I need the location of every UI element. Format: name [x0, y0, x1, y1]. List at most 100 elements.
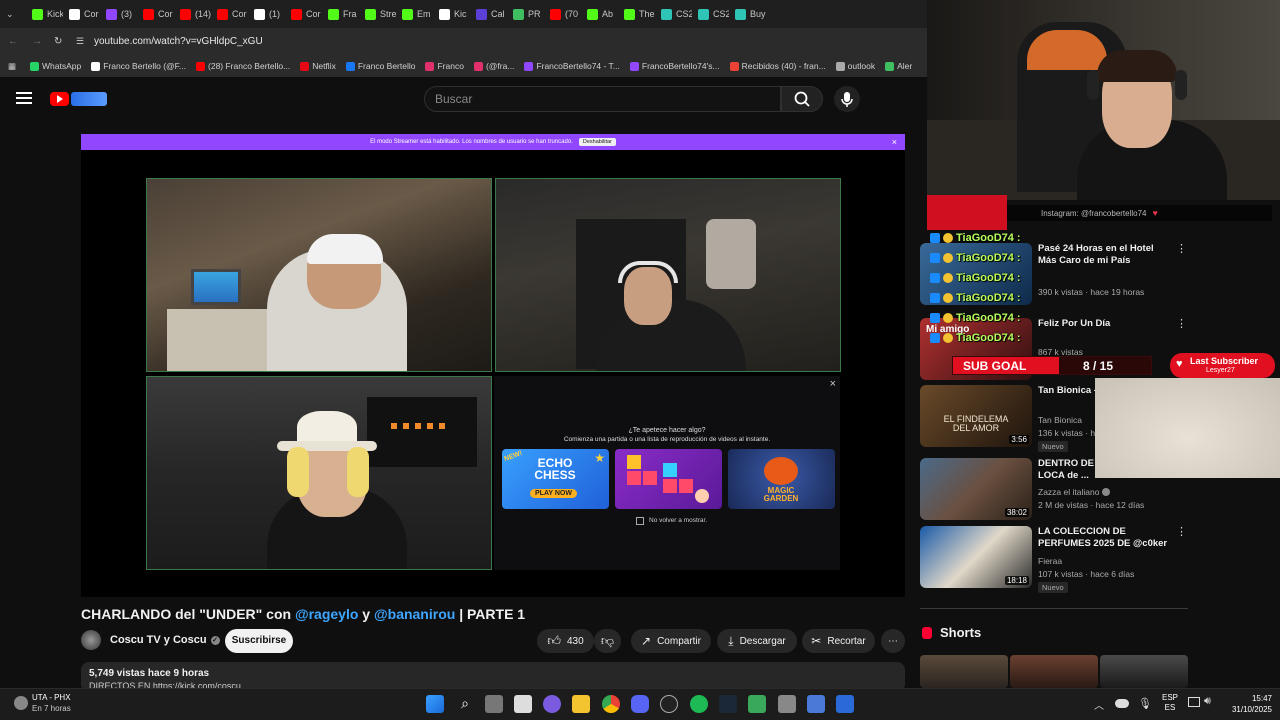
more-vertical-icon[interactable]: ⋮	[1176, 244, 1187, 255]
video-cam-tile-1	[146, 178, 492, 372]
clip-button[interactable]: ✂ Recortar	[802, 629, 875, 653]
discord-icon[interactable]	[631, 695, 649, 713]
search-button[interactable]	[781, 86, 823, 112]
bookmark-item[interactable]: FrancoBertello74's...	[629, 61, 720, 71]
volume-icon[interactable]: 🔊︎	[1204, 695, 1211, 708]
weather-widget[interactable]: UTA - PHX En 7 horas	[14, 692, 84, 716]
bookmark-item[interactable]: Franco	[425, 61, 464, 71]
menu-icon[interactable]	[16, 92, 32, 106]
download-button[interactable]: ⤓ Descargar	[717, 629, 797, 653]
chat-badge-icon	[943, 273, 953, 283]
tray-chevron-up-icon[interactable]: ︿	[1094, 697, 1104, 712]
title-mention-link[interactable]: @rageylo	[295, 606, 358, 622]
url-field[interactable]: youtube.com/watch?v=vGHldpC_xGU	[94, 36, 263, 47]
game-block-puzzle[interactable]	[615, 449, 722, 509]
voice-search-button[interactable]	[834, 86, 860, 112]
subscribe-button[interactable]: Suscribirse	[225, 629, 293, 653]
recommended-video[interactable]: 18:18 LA COLECCION DE PERFUMES 2025 DE @…	[920, 526, 1187, 593]
youtube-logo[interactable]	[50, 91, 108, 106]
task-view-icon[interactable]	[485, 695, 503, 713]
bookmark-item[interactable]: WhatsApp	[30, 61, 81, 71]
forward-icon[interactable]: →	[32, 36, 48, 47]
file-explorer-icon[interactable]	[572, 695, 590, 713]
steam-icon[interactable]	[719, 695, 737, 713]
browser-tab[interactable]: Cal	[470, 0, 507, 28]
game-magic-garden[interactable]: MAGIC GARDEN	[728, 449, 835, 509]
more-vertical-icon[interactable]: ⋮	[1176, 527, 1187, 538]
game-echo-chess[interactable]: NEW! ECHO CHESS PLAY NOW ★	[502, 449, 609, 509]
like-button[interactable]: 👍︎ 430	[537, 629, 594, 653]
chat-message: TiaGooD74 :	[930, 290, 1021, 306]
github-icon[interactable]	[660, 695, 678, 713]
bookmark-item[interactable]: (@fra...	[473, 61, 514, 71]
browser-tab[interactable]: Ab	[581, 0, 618, 28]
tab-search-menu[interactable]: ⌄	[0, 0, 26, 28]
browser-tab[interactable]: Kick	[26, 0, 63, 28]
browser-tab[interactable]: Buy	[729, 0, 766, 28]
bookmark-item[interactable]: Aler	[885, 61, 912, 71]
play-now-button[interactable]: PLAY NOW	[530, 489, 577, 498]
disable-streamer-button[interactable]: Deshabilitar	[578, 138, 616, 146]
app-icon[interactable]	[543, 695, 561, 713]
browser-tab[interactable]: (70	[544, 0, 581, 28]
browser-tab[interactable]: Kic	[433, 0, 470, 28]
bookmark-item[interactable]: Franco Bertello (@F...	[91, 61, 186, 71]
store-icon[interactable]	[514, 695, 532, 713]
browser-tab[interactable]: Fra	[322, 0, 359, 28]
browser-tab[interactable]: Cor	[211, 0, 248, 28]
browser-tab[interactable]: (3)	[100, 0, 137, 28]
chrome-icon[interactable]	[602, 695, 620, 713]
last-sub-name: Lesyer27	[1206, 367, 1235, 374]
bookmark-item[interactable]: Recibidos (40) - fran...	[729, 61, 826, 71]
title-mention-link[interactable]: @bananirou	[374, 606, 455, 622]
close-icon[interactable]: ×	[830, 378, 836, 390]
browser-tab[interactable]: Cor	[285, 0, 322, 28]
onedrive-icon[interactable]	[1115, 699, 1129, 708]
spotify-icon[interactable]	[690, 695, 708, 713]
browser-tab[interactable]: (1)	[248, 0, 285, 28]
bookmark-item[interactable]: Netflix	[300, 61, 336, 71]
mic-icon[interactable]: 🎙︎	[1138, 697, 1152, 710]
browser-tab[interactable]: PR	[507, 0, 544, 28]
back-icon[interactable]: ←	[8, 36, 24, 47]
short-thumbnail[interactable]	[1010, 655, 1098, 688]
language-indicator[interactable]: ESP ES	[1160, 693, 1180, 713]
browser-tab[interactable]: Em	[396, 0, 433, 28]
browser-tab[interactable]: Cor	[63, 0, 100, 28]
search-input[interactable]: Buscar	[424, 86, 781, 112]
browser-tab[interactable]: CS2	[692, 0, 729, 28]
kick-icon	[587, 8, 598, 20]
dont-show-checkbox[interactable]	[636, 517, 644, 525]
network-icon[interactable]	[1188, 697, 1200, 707]
apps-grid-icon[interactable]: ▦	[8, 61, 20, 72]
browser-tab[interactable]: CS2	[655, 0, 692, 28]
short-thumbnail[interactable]	[920, 655, 1008, 688]
close-icon[interactable]: ×	[892, 137, 897, 147]
app-icon[interactable]	[778, 695, 796, 713]
bookmark-item[interactable]: Franco Bertello	[345, 61, 415, 71]
tab-label: Cal	[491, 9, 505, 19]
browser-tab[interactable]: Cor	[137, 0, 174, 28]
more-vertical-icon[interactable]: ⋮	[1176, 319, 1187, 330]
channel-avatar[interactable]	[81, 630, 101, 650]
channel-name[interactable]: Coscu TV y Coscu ✓	[110, 634, 220, 646]
dislike-button[interactable]: 👎︎	[594, 629, 621, 653]
browser-tab[interactable]: The	[618, 0, 655, 28]
search-icon[interactable]: ⌕	[456, 695, 474, 713]
clock[interactable]: 15:47 31/10/2025	[1222, 693, 1272, 715]
chat-message: TiaGooD74 :	[930, 230, 1021, 246]
share-button[interactable]: ↗ Compartir	[631, 629, 711, 653]
browser-tab[interactable]: Stre	[359, 0, 396, 28]
more-actions-button[interactable]: ⋯	[881, 629, 905, 653]
bookmark-item[interactable]: (28) Franco Bertello...	[196, 61, 290, 71]
reload-icon[interactable]: ↻	[54, 36, 70, 47]
site-info-icon[interactable]: ☰	[76, 36, 90, 47]
bookmark-item[interactable]: outlook	[835, 61, 875, 71]
browser-tab[interactable]: (14)	[174, 0, 211, 28]
app-icon[interactable]	[748, 695, 766, 713]
bookmark-item[interactable]: FrancoBertello74 - T...	[524, 61, 620, 71]
app-icon[interactable]	[836, 695, 854, 713]
start-menu-icon[interactable]	[426, 695, 444, 713]
short-thumbnail[interactable]	[1100, 655, 1188, 688]
app-icon[interactable]	[807, 695, 825, 713]
